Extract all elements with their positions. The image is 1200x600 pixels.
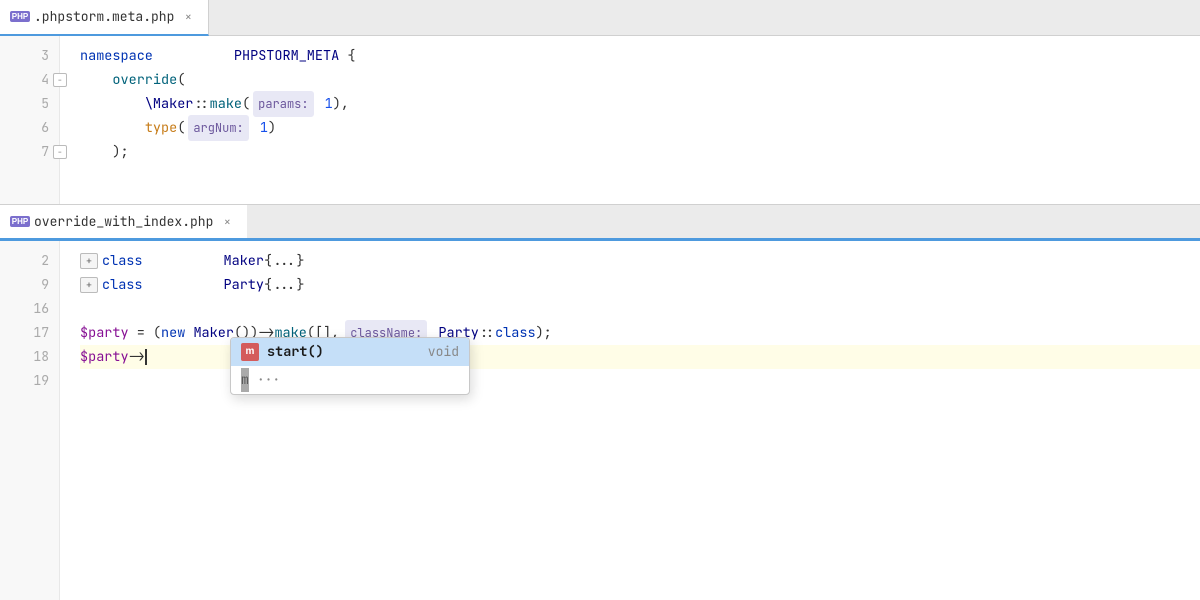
punct-close-6: ) bbox=[268, 116, 276, 140]
punct-end-17: ); bbox=[536, 321, 552, 345]
line-num-6: 6 bbox=[0, 116, 49, 140]
punct-party-body: {...} bbox=[264, 273, 305, 297]
classname-party: Party bbox=[224, 273, 265, 297]
hint-params: params: bbox=[253, 91, 313, 117]
fn-make-5: make bbox=[210, 92, 242, 116]
autocomplete-item-start[interactable]: m start() void bbox=[231, 338, 469, 366]
tab-close-phpstorm-meta[interactable]: × bbox=[180, 9, 196, 25]
num-1-line6: 1 bbox=[252, 116, 268, 140]
namespace-name: PHPSTORM_META bbox=[234, 44, 339, 68]
fn-type-6: type bbox=[145, 116, 177, 140]
text-cursor bbox=[145, 349, 147, 365]
keyword-class-ref-17: class bbox=[495, 321, 536, 345]
code-line-2: + class Maker {...} bbox=[80, 249, 1200, 273]
line-num-17: 17 bbox=[0, 321, 49, 345]
autocomplete-item-type-start: void bbox=[428, 340, 459, 364]
bottom-code-content: + class Maker {...} + class Party {...} … bbox=[60, 241, 1200, 600]
classname-maker-17: Maker bbox=[193, 321, 234, 345]
tab-override-with-index[interactable]: PHP override_with_index.php × bbox=[0, 205, 247, 241]
method-icon-more: m bbox=[241, 368, 249, 392]
code-line-5: \Maker :: make ( params: 1 ), bbox=[80, 92, 1200, 116]
line-num-4: 4 − bbox=[0, 68, 49, 92]
line-num-3: 3 bbox=[0, 44, 49, 68]
tab-phpstorm-meta[interactable]: PHP .phpstorm.meta.php × bbox=[0, 0, 209, 36]
tab-label-phpstorm-meta: .phpstorm.meta.php bbox=[34, 8, 174, 25]
punct-sp-17 bbox=[185, 321, 193, 345]
line-num-19: 19 bbox=[0, 369, 49, 393]
bottom-code-area: 2 9 16 17 18 19 + class Maker {...} + cl bbox=[0, 241, 1200, 600]
fold-icon-7[interactable]: − bbox=[53, 145, 67, 159]
bottom-tab-bar: PHP override_with_index.php × bbox=[0, 205, 1200, 241]
indent-7 bbox=[80, 140, 112, 164]
keyword-new-17: new bbox=[161, 321, 185, 345]
punct-brace-open: { bbox=[339, 44, 355, 68]
top-editor-section: PHP .phpstorm.meta.php × 3 4 − 5 6 7 − bbox=[0, 0, 1200, 205]
punct-paren-5: ( bbox=[242, 92, 250, 116]
line-num-18: 18 bbox=[0, 345, 49, 369]
keyword-namespace: namespace bbox=[80, 44, 153, 68]
punct-paren-open-6: ( bbox=[177, 116, 185, 140]
code-line-16 bbox=[80, 297, 1200, 321]
fold-icon-class-maker[interactable]: + bbox=[80, 253, 98, 269]
punct-close-5: ), bbox=[333, 92, 349, 116]
classname-maker: Maker bbox=[224, 249, 265, 273]
num-1-line5: 1 bbox=[317, 92, 333, 116]
autocomplete-more-items: m ··· bbox=[231, 366, 469, 394]
php-file-icon-bottom: PHP bbox=[12, 214, 28, 230]
punct-maker-body: {...} bbox=[264, 249, 305, 273]
top-code-content: namespace PHPSTORM_META { override ( \Ma… bbox=[60, 36, 1200, 204]
fn-override: override bbox=[112, 68, 177, 92]
autocomplete-popup: m start() void m ··· bbox=[230, 337, 470, 395]
punct-colons-5: :: bbox=[193, 92, 209, 116]
top-line-numbers: 3 4 − 5 6 7 − bbox=[0, 36, 60, 204]
line-num-5: 5 bbox=[0, 92, 49, 116]
code-line-6: type ( argNum: 1 ) bbox=[80, 116, 1200, 140]
tab-close-override[interactable]: × bbox=[219, 214, 235, 230]
line-num-7: 7 − bbox=[0, 140, 49, 164]
hint-argnum: argNum: bbox=[188, 115, 248, 141]
punct-paren-open-4: ( bbox=[177, 68, 185, 92]
tab-label-override: override_with_index.php bbox=[34, 213, 213, 230]
keyword-class-2: class bbox=[102, 249, 143, 273]
top-code-area: 3 4 − 5 6 7 − namespace PHPSTORM_META { bbox=[0, 36, 1200, 204]
php-file-icon: PHP bbox=[12, 9, 28, 25]
var-party-18: $party bbox=[80, 345, 129, 369]
line-num-2: 2 bbox=[0, 249, 49, 273]
var-party-17: $party bbox=[80, 321, 129, 345]
autocomplete-more-label: ··· bbox=[257, 368, 280, 392]
editor-container: PHP .phpstorm.meta.php × 3 4 − 5 6 7 − bbox=[0, 0, 1200, 600]
punct-colons-17: :: bbox=[479, 321, 495, 345]
top-tab-bar: PHP .phpstorm.meta.php × bbox=[0, 0, 1200, 36]
fold-icon-4[interactable]: − bbox=[53, 73, 67, 87]
punct-eq-17: = ( bbox=[129, 321, 161, 345]
code-line-3: namespace PHPSTORM_META { bbox=[80, 44, 1200, 68]
line-num-16: 16 bbox=[0, 297, 49, 321]
backslash-maker: \Maker bbox=[145, 92, 194, 116]
keyword-class-9: class bbox=[102, 273, 143, 297]
fold-icon-class-party[interactable]: + bbox=[80, 277, 98, 293]
method-icon-start: m bbox=[241, 343, 259, 361]
bottom-editor-section: PHP override_with_index.php × 2 9 16 17 … bbox=[0, 205, 1200, 600]
punct-close-7: ); bbox=[112, 140, 128, 164]
bottom-line-numbers: 2 9 16 17 18 19 bbox=[0, 241, 60, 600]
indent-4 bbox=[80, 68, 112, 92]
code-line-4: override ( bbox=[80, 68, 1200, 92]
code-line-9: + class Party {...} bbox=[80, 273, 1200, 297]
indent-5 bbox=[80, 92, 145, 116]
code-line-7: ); bbox=[80, 140, 1200, 164]
indent-6 bbox=[80, 116, 145, 140]
line-num-9: 9 bbox=[0, 273, 49, 297]
autocomplete-item-name-start: start() bbox=[267, 340, 420, 364]
punct-arrow-18: -> bbox=[129, 345, 145, 369]
